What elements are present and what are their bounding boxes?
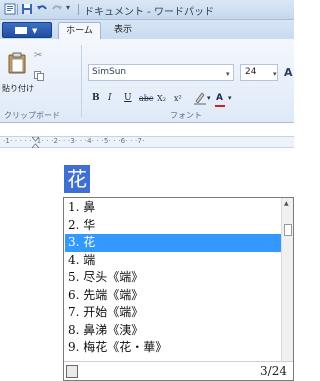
save-icon[interactable] <box>21 3 33 15</box>
redo-icon[interactable] <box>51 3 63 15</box>
indent-marker-icon[interactable] <box>32 137 39 148</box>
candidate-item[interactable]: 6. 先端《端》 <box>65 287 281 305</box>
ruler-scale: ·1· · · · · ·1· · ·2· · ·3· · ·4· · ·5· … <box>3 137 145 145</box>
paste-icon[interactable] <box>8 52 26 74</box>
candidate-item[interactable]: 8. 鼻涕《洟》 <box>65 322 281 340</box>
grow-font-button[interactable]: A <box>284 66 293 79</box>
candidate-item[interactable]: 2. 华 <box>65 217 281 235</box>
text-color-dropdown-icon[interactable]: ▾ <box>228 92 232 105</box>
candidate-item[interactable]: 5. 尽头《端》 <box>65 269 281 287</box>
text-color-swatch <box>215 105 225 107</box>
ribbon-home: 貼り付け ✂ クリップボード SimSun ▾ 24 ▾ A B I U abc… <box>0 39 294 123</box>
group-divider <box>81 45 82 117</box>
font-size-dropdown-icon[interactable]: ▾ <box>273 70 277 78</box>
app-menu-caret-icon: ▼ <box>32 27 38 35</box>
title-separator <box>78 4 79 15</box>
paste-button-label[interactable]: 貼り付け <box>2 83 34 94</box>
customize-qat-dropdown-icon[interactable]: ▾ <box>66 3 70 12</box>
candidate-scrollbar[interactable]: ▲ <box>281 198 293 361</box>
highlight-dropdown-icon[interactable]: ▾ <box>207 92 211 105</box>
app-menu-icon <box>15 27 27 34</box>
text-color-button[interactable]: A <box>216 92 223 105</box>
ruler[interactable]: ·1· · · · · ·1· · ·2· · ·3· · ·4· · ·5· … <box>0 136 294 148</box>
qat-separator <box>17 4 18 15</box>
candidate-item[interactable]: 4. 端 <box>65 252 281 270</box>
scroll-up-icon[interactable]: ▲ <box>284 200 289 207</box>
subscript-button[interactable]: X₂ <box>157 92 166 105</box>
bold-button[interactable]: B <box>92 92 100 105</box>
candidate-item[interactable]: 9. 梅花《花・華》 <box>65 339 281 357</box>
underline-button[interactable]: U <box>124 92 132 105</box>
font-family-select[interactable]: SimSun <box>88 64 234 81</box>
cut-icon[interactable]: ✂ <box>34 50 44 61</box>
tab-view[interactable]: 表示 <box>105 22 141 39</box>
composition-text[interactable]: 花 <box>64 165 90 193</box>
ime-mode-icon[interactable] <box>66 365 78 378</box>
strikethrough-button[interactable]: abc <box>139 92 153 105</box>
font-group-label: フォント <box>170 111 202 120</box>
ribbon-tab-row: ▼ ホーム 表示 <box>0 20 294 39</box>
undo-icon[interactable] <box>36 3 48 15</box>
superscript-button[interactable]: x² <box>174 92 182 105</box>
scroll-thumb[interactable] <box>284 224 292 236</box>
candidate-list: 1. 鼻 2. 华 3. 花 4. 端 5. 尽头《端》 6. 先端《端》 7. 开始《端》… <box>65 199 281 357</box>
italic-button[interactable]: I <box>108 92 112 105</box>
wordpad-app-icon[interactable] <box>4 3 16 15</box>
application-menu-button[interactable]: ▼ <box>2 22 52 38</box>
highlight-pen-icon[interactable] <box>193 91 207 105</box>
candidate-status-bar: 3/24 <box>64 361 293 380</box>
window-title: ドキュメント - ワードパッド <box>84 7 214 18</box>
ime-candidate-window: 1. 鼻 2. 华 3. 花 4. 端 5. 尽头《端》 6. 先端《端》 7. 开始《端》… <box>63 197 294 381</box>
title-bar: ▾ ドキュメント - ワードパッド <box>0 0 294 20</box>
candidate-item[interactable]: 7. 开始《端》 <box>65 304 281 322</box>
font-family-dropdown-icon[interactable]: ▾ <box>226 70 230 78</box>
tab-home[interactable]: ホーム <box>58 22 101 39</box>
clipboard-group-label: クリップボード <box>4 111 60 120</box>
candidate-item-selected[interactable]: 3. 花 <box>65 234 281 252</box>
copy-icon[interactable] <box>34 71 44 81</box>
candidate-item[interactable]: 1. 鼻 <box>65 199 281 217</box>
candidate-page-indicator: 3/24 <box>260 364 287 378</box>
